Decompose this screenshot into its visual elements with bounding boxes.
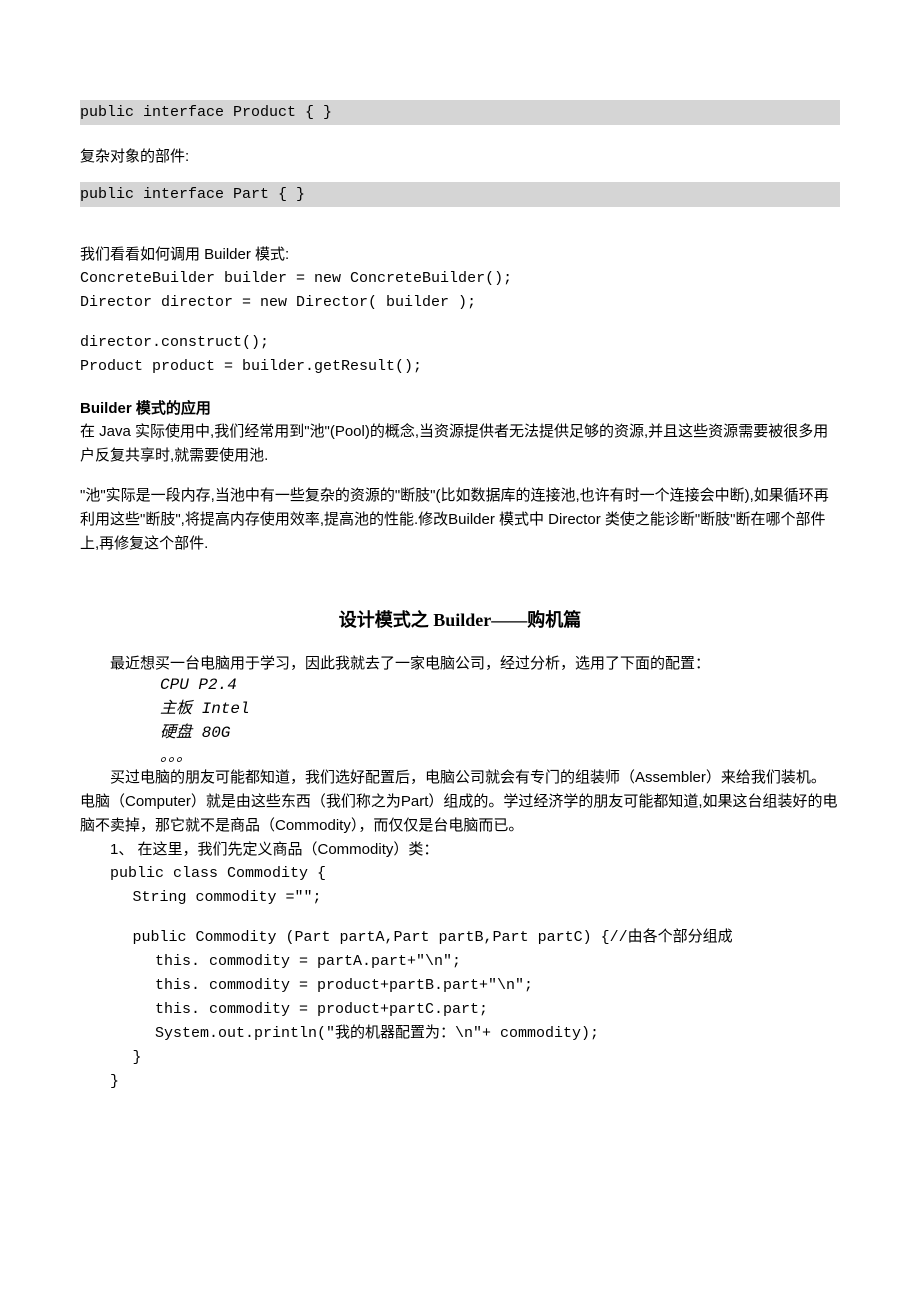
code-line: public Commodity (Part partA,Part partB,… <box>80 926 840 950</box>
code-line: this. commodity = product+partB.part+"\n… <box>80 974 840 998</box>
config-cpu: CPU P2.4 <box>80 676 840 694</box>
code-line: System.out.println("我的机器配置为：\n"+ commodi… <box>80 1022 840 1046</box>
code-line: String commodity =""; <box>80 886 840 910</box>
usage-line1: ConcreteBuilder builder = new ConcreteBu… <box>80 267 840 291</box>
usage-line4: Product product = builder.getResult(); <box>80 355 840 379</box>
config-board: 主板 Intel <box>80 694 840 718</box>
code-line: } <box>80 1070 840 1094</box>
article-p2: 买过电脑的朋友可能都知道，我们选好配置后，电脑公司就会有专门的组装师（Assem… <box>80 766 840 838</box>
usage-line3: director.construct(); <box>80 331 840 355</box>
code-line: this. commodity = partA.part+"\n"; <box>80 950 840 974</box>
usage-intro: 我们看看如何调用 Builder 模式: <box>80 243 840 267</box>
code-block-part: public interface Part { } <box>80 182 840 207</box>
code-block-product: public interface Product { } <box>80 100 840 125</box>
code-line: public class Commodity { <box>80 862 840 886</box>
app-p1: 在 Java 实际使用中,我们经常用到"池"(Pool)的概念,当资源提供者无法… <box>80 420 840 468</box>
code-line: this. commodity = product+partC.part; <box>80 998 840 1022</box>
step1-label: 1、 在这里，我们先定义商品（Commodity）类： <box>80 838 840 862</box>
app-heading: Builder 模式的应用 <box>80 397 840 418</box>
article-title: 设计模式之 Builder——购机篇 <box>80 606 840 632</box>
app-p2: "池"实际是一段内存,当池中有一些复杂的资源的"断肢"(比如数据库的连接池,也许… <box>80 484 840 556</box>
article-intro: 最近想买一台电脑用于学习，因此我就去了一家电脑公司，经过分析，选用了下面的配置： <box>80 652 840 676</box>
parts-label: 复杂对象的部件: <box>80 145 840 166</box>
config-etc: 。。。 <box>80 742 840 766</box>
usage-line2: Director director = new Director( builde… <box>80 291 840 315</box>
config-disk: 硬盘 80G <box>80 718 840 742</box>
code-line: } <box>80 1046 840 1070</box>
